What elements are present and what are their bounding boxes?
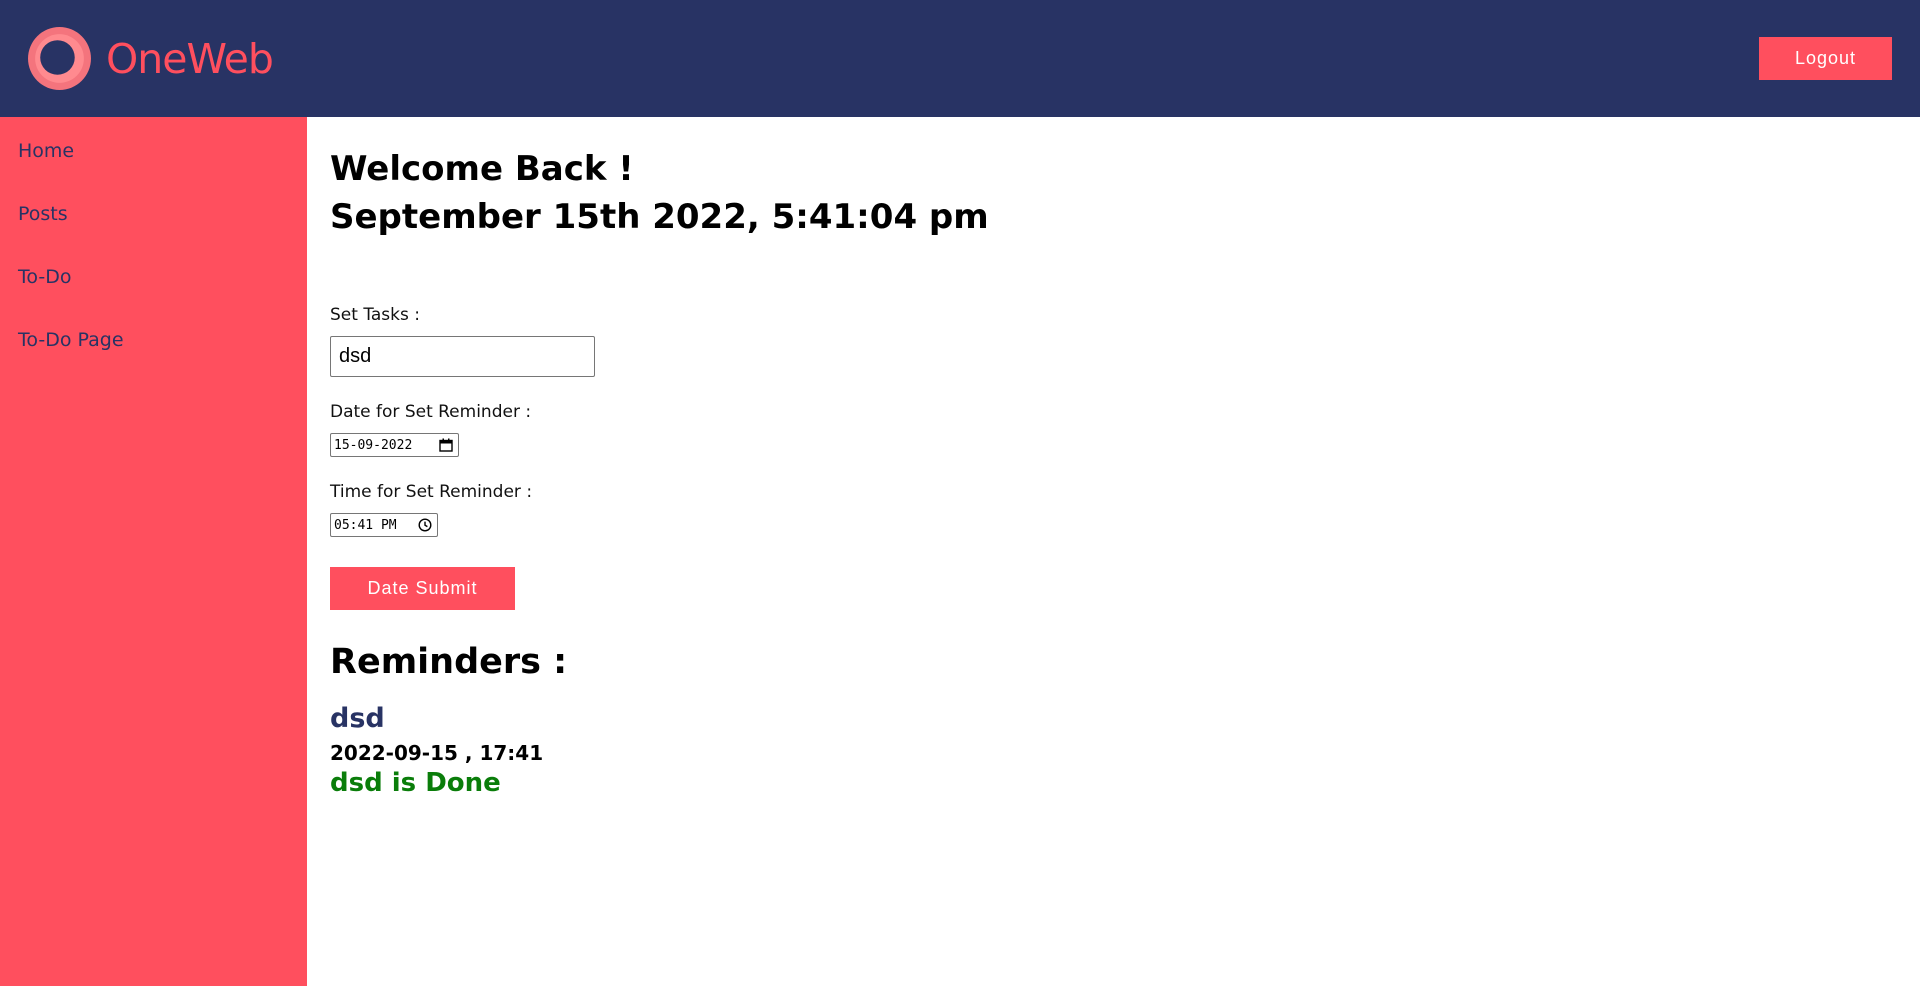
brand-name: OneWeb bbox=[106, 34, 274, 83]
sidebar: Home Posts To-Do To-Do Page bbox=[0, 117, 307, 986]
sidebar-item-posts[interactable]: Posts bbox=[18, 203, 68, 225]
clock-icon[interactable] bbox=[418, 518, 432, 532]
reminder-task: dsd bbox=[330, 703, 385, 734]
date-input[interactable]: 15-09-2022 bbox=[330, 433, 459, 457]
sidebar-item-todo[interactable]: To-Do bbox=[18, 266, 71, 288]
date-value: 15-09-2022 bbox=[334, 437, 413, 453]
reminder-datetime: 2022-09-15 , 17:41 bbox=[330, 741, 544, 765]
calendar-icon[interactable] bbox=[439, 438, 453, 452]
sidebar-item-todo-page[interactable]: To-Do Page bbox=[18, 329, 124, 351]
top-header: OneWeb Logout bbox=[0, 0, 1920, 117]
logout-button[interactable]: Logout bbox=[1759, 37, 1892, 80]
welcome-heading: Welcome Back ! September 15th 2022, 5:41… bbox=[330, 145, 1230, 241]
task-label: Set Tasks : bbox=[330, 305, 420, 325]
time-input[interactable]: 05:41 PM bbox=[330, 513, 438, 537]
date-submit-button[interactable]: Date Submit bbox=[330, 567, 515, 610]
current-datetime: September 15th 2022, 5:41:04 pm bbox=[330, 197, 989, 237]
reminder-status: dsd is Done bbox=[330, 768, 501, 798]
reminders-heading: Reminders : bbox=[330, 642, 568, 682]
time-value: 05:41 PM bbox=[334, 517, 397, 533]
welcome-text: Welcome Back ! bbox=[330, 149, 634, 189]
ring-logo-icon bbox=[28, 27, 91, 90]
time-label: Time for Set Reminder : bbox=[330, 482, 533, 502]
sidebar-item-home[interactable]: Home bbox=[18, 140, 74, 162]
task-input[interactable] bbox=[330, 336, 595, 377]
brand-logo[interactable]: OneWeb bbox=[27, 26, 274, 91]
date-label: Date for Set Reminder : bbox=[330, 402, 532, 422]
